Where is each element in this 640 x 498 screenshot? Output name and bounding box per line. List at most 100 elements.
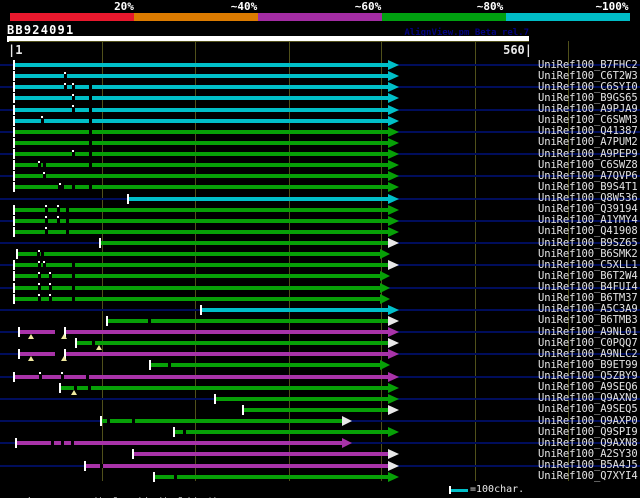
subject-gap-mark (107, 419, 110, 423)
alignment-row[interactable]: UniRef100_B7FHC2 (0, 59, 640, 71)
segment-start-tick (13, 271, 15, 282)
subject-gap-mark (61, 185, 64, 190)
segment-start-tick (173, 427, 175, 438)
scale-label: ~100% (595, 0, 629, 13)
segment-start-tick (200, 304, 202, 315)
alignment-arrowhead-icon (388, 460, 399, 471)
alignment-arrowhead-icon (388, 371, 399, 382)
alignment-row[interactable]: UniRef100_A9NL01 (0, 326, 640, 339)
hit-label[interactable]: UniRef100_A9NL01 (538, 326, 638, 338)
alignment-row[interactable]: UniRef100_B9SZ65 (0, 237, 640, 249)
alignment-arrowhead-icon (380, 249, 390, 260)
alignment-arrowhead-icon (388, 260, 399, 271)
segment-start-tick (75, 338, 77, 349)
segment-start-tick (13, 71, 15, 82)
hit-label[interactable]: UniRef100_C6SWZ8 (538, 159, 638, 171)
alignment-row[interactable]: UniRef100_Q9AXP0 (0, 415, 640, 427)
alignment-bar (100, 241, 388, 245)
query-gap-dot (57, 216, 59, 219)
alignment-bar (215, 396, 388, 401)
subject-gap-mark (183, 430, 186, 435)
alignment-row[interactable]: UniRef100_C6SWZ8 (0, 159, 640, 171)
segment-start-tick (149, 360, 151, 371)
alignment-row[interactable]: UniRef100_Q7XYI4 (0, 471, 640, 482)
alignment-row[interactable]: UniRef100_A7PUM2 (0, 137, 640, 148)
alignment-row[interactable]: UniRef100_A9SEQ5 (0, 404, 640, 415)
hit-label[interactable]: UniRef100_B6TMB3 (538, 315, 638, 326)
alignment-bar (201, 307, 388, 312)
alignment-bar (14, 74, 388, 79)
hit-label[interactable]: UniRef100_B7FHC2 (538, 59, 638, 71)
hit-label[interactable]: UniRef100_B6SMK2 (538, 248, 638, 260)
alignment-row[interactable]: UniRef100_Q9SPI9 (0, 426, 640, 438)
segment-start-tick (15, 438, 17, 449)
alignment-bar (14, 296, 380, 301)
subject-gap-mark (41, 118, 44, 123)
large-gaps-legend: Large gaps: ▲(in Query)/- (in Subject) (8, 485, 218, 498)
alignment-bar (243, 407, 388, 412)
subject-gap-mark (72, 296, 75, 301)
alignment-arrowhead-icon (388, 137, 399, 148)
subject-gap-mark (89, 152, 92, 156)
segment-start-tick (132, 449, 134, 460)
segment-start-tick (214, 393, 216, 404)
segment-start-tick (13, 104, 15, 115)
segment-start-tick (59, 382, 61, 393)
alignment-bar (14, 274, 380, 279)
hit-label[interactable]: UniRef100_B9SZ65 (538, 237, 638, 249)
alignment-bar (174, 430, 388, 435)
alignment-row[interactable]: UniRef100_C0PQQ7 (0, 337, 640, 351)
query-gap-dot (45, 227, 47, 230)
alignment-bar (76, 341, 388, 346)
alignment-arrowhead-icon (388, 238, 399, 248)
query-gap-dot (38, 271, 40, 274)
hit-label[interactable]: UniRef100_A9PEP9 (538, 148, 638, 160)
alignment-bar (14, 85, 388, 90)
segment-start-tick (13, 93, 15, 104)
ruler-line (9, 41, 529, 42)
alignment-bar (60, 385, 388, 390)
subject-gap-mark (89, 118, 92, 123)
subject-gap-mark (72, 263, 75, 268)
alignment-row[interactable]: UniRef100_Q41908 (0, 226, 640, 237)
segment-start-tick (106, 315, 108, 326)
segment-start-tick (13, 171, 15, 182)
subject-gap-mark (72, 274, 75, 279)
subject-gap-mark (64, 85, 67, 90)
query-gap-dot (72, 149, 74, 152)
alignment-row[interactable]: UniRef100_B6SMK2 (0, 248, 640, 260)
alignment-arrowhead-icon (388, 204, 399, 215)
subject-gap-mark (43, 163, 46, 168)
alignment-arrowhead-icon (388, 226, 399, 237)
segment-start-tick (13, 204, 15, 215)
alignment-arrowhead-icon (388, 182, 399, 193)
segment-start-tick (242, 404, 244, 415)
subject-gap-mark (45, 229, 48, 234)
alignment-bar (133, 452, 388, 457)
query-gap-dot (39, 372, 41, 374)
hit-label[interactable]: UniRef100_C6T2W3 (538, 70, 638, 82)
alignment-row[interactable]: UniRef100_A9PEP9 (0, 148, 640, 160)
segment-start-tick (13, 182, 15, 193)
query-gap-dot (43, 171, 45, 174)
segment-start-tick (13, 137, 15, 148)
subject-gap-mark (174, 474, 177, 479)
alignment-bar (19, 352, 388, 357)
hit-label[interactable]: UniRef100_Q9SPI9 (538, 426, 638, 438)
alignment-row[interactable]: UniRef100_B6TMB3 (0, 315, 640, 326)
segment-start-tick (127, 193, 129, 204)
segment-start-tick (13, 82, 15, 93)
alignment-arrowhead-icon (388, 471, 399, 482)
subject-gap-mark (38, 285, 41, 290)
hit-label[interactable]: UniRef100_A7PUM2 (538, 137, 638, 148)
hit-label[interactable]: UniRef100_Q7XYI4 (538, 471, 638, 482)
hit-label[interactable]: UniRef100_Q41908 (538, 226, 638, 237)
hit-label[interactable]: UniRef100_C0PQQ7 (538, 337, 638, 349)
hit-label[interactable]: UniRef100_Q9AXP0 (538, 415, 638, 427)
subject-gap-mark (61, 374, 64, 379)
hit-label[interactable]: UniRef100_A9SEQ5 (538, 404, 638, 415)
alignment-row[interactable]: UniRef100_C6T2W3 (0, 70, 640, 82)
subject-gap-mark (66, 207, 69, 212)
alignment-arrowhead-icon (388, 327, 399, 337)
query-gap-dot (45, 216, 47, 219)
